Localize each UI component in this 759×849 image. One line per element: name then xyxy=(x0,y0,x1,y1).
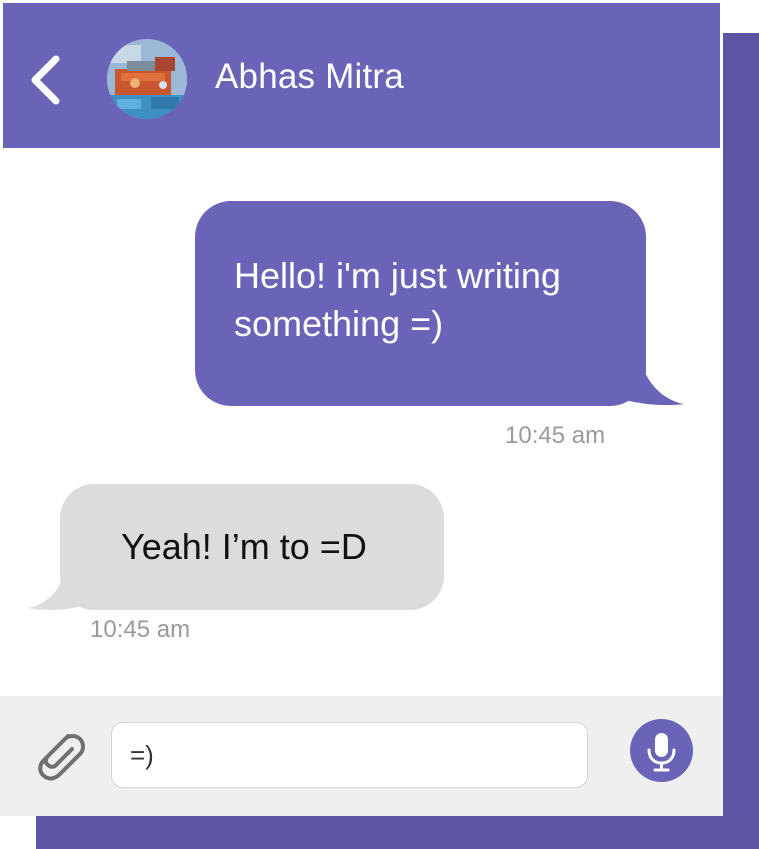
message-timestamp: 10:45 am xyxy=(90,616,191,643)
message-timestamp: 10:45 am xyxy=(505,422,606,449)
message-composer xyxy=(0,696,723,816)
contact-photo xyxy=(107,39,187,119)
chat-header: Abhas Mitra xyxy=(3,3,720,148)
paperclip-icon xyxy=(38,734,85,781)
message-bubble-outgoing[interactable]: Hello! i'm just writing something =) xyxy=(195,201,646,406)
chat-stage: Abhas Mitra Hello! i'm just writing some… xyxy=(0,0,759,849)
microphone-icon xyxy=(647,733,676,772)
avatar[interactable] xyxy=(107,39,187,119)
chat-window: Abhas Mitra Hello! i'm just writing some… xyxy=(0,0,723,816)
microphone-button[interactable] xyxy=(630,719,693,782)
contact-name: Abhas Mitra xyxy=(215,57,404,96)
message-input[interactable] xyxy=(111,722,588,788)
message-bubble-incoming[interactable]: Yeah! I’m to =D xyxy=(60,484,444,610)
back-button[interactable] xyxy=(27,55,63,105)
attach-button[interactable] xyxy=(30,726,86,782)
chevron-left-icon xyxy=(31,55,60,105)
